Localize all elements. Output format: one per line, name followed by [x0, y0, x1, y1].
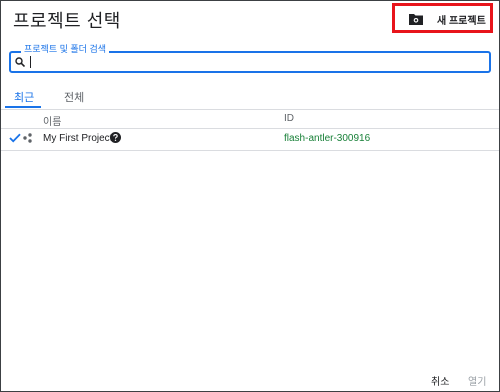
table-header: 이름 ID	[1, 109, 499, 129]
check-icon	[9, 133, 21, 143]
new-folder-icon	[409, 14, 423, 25]
tab-all[interactable]: 전체	[64, 89, 84, 105]
project-id: flash-antler-300916	[284, 133, 371, 144]
text-cursor	[30, 56, 31, 68]
project-icon	[23, 133, 32, 143]
new-project-label: 새 프로젝트	[437, 16, 486, 27]
search-icon	[15, 57, 25, 67]
active-tab-indicator	[5, 106, 41, 108]
new-project-button[interactable]: 새 프로젝트	[392, 3, 493, 33]
column-header-id: ID	[284, 113, 294, 124]
select-project-dialog: 프로젝트 선택 새 프로젝트 프로젝트 및 폴더 검색 최근 전체 이름 ID	[0, 0, 500, 392]
help-icon[interactable]	[110, 132, 121, 143]
tab-recent[interactable]: 최근	[14, 89, 34, 105]
cancel-button[interactable]: 취소	[431, 373, 449, 388]
dialog-title: 프로젝트 선택	[13, 11, 121, 31]
project-name[interactable]: My First Project	[43, 133, 112, 144]
column-header-name: 이름	[43, 117, 62, 128]
search-input[interactable]	[33, 54, 473, 70]
tab-bar: 최근 전체	[1, 85, 499, 109]
table-row[interactable]: My First Project flash-antler-300916	[1, 128, 499, 151]
search-label: 프로젝트 및 폴더 검색	[21, 42, 110, 55]
open-button[interactable]: 열기	[468, 373, 486, 388]
